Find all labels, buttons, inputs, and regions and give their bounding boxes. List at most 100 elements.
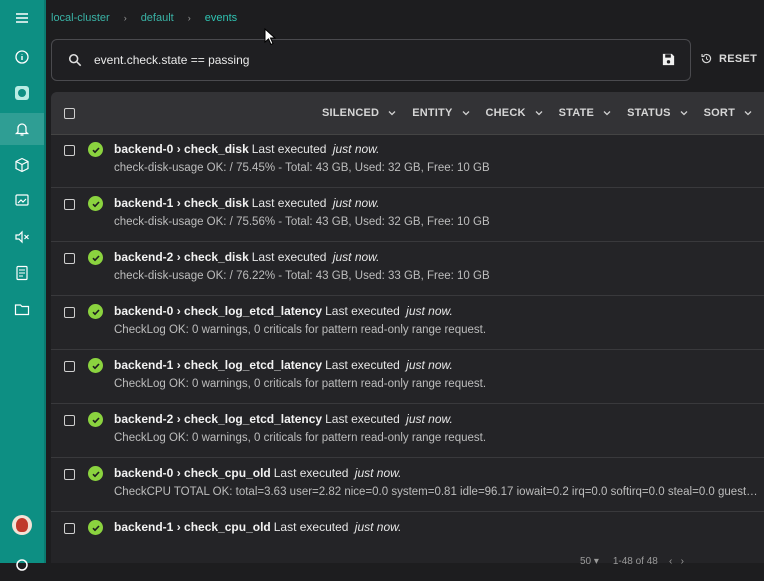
row-checkbox[interactable] (64, 361, 75, 372)
checks-icon[interactable] (0, 257, 44, 289)
pagination: 50 ▾ 1-48 of 48 ‹ › (580, 556, 684, 567)
filter-label: SORT (703, 107, 735, 119)
event-entity[interactable]: backend-1 (114, 358, 173, 372)
table-row[interactable]: backend-2 › check_log_etcd_latency Last e… (51, 404, 764, 458)
event-check[interactable]: check_disk (184, 196, 249, 210)
table-row[interactable]: backend-0 › check_log_etcd_latency Last e… (51, 296, 764, 350)
table-row[interactable]: backend-2 › check_disk Last executed just… (51, 242, 764, 296)
event-check[interactable]: check_log_etcd_latency (184, 304, 322, 318)
event-title[interactable]: backend-2 › check_log_etcd_latency Last e… (114, 412, 453, 426)
event-executed-time: just now. (406, 412, 453, 426)
event-output: check-disk-usage OK: / 75.56% - Total: 4… (114, 216, 490, 228)
chevron-down-icon (744, 111, 752, 116)
gear-icon[interactable] (0, 549, 44, 581)
row-checkbox[interactable] (64, 523, 75, 534)
event-entity[interactable]: backend-2 (114, 412, 173, 426)
filter-silenced[interactable]: SILENCED (322, 107, 396, 119)
filter-entity[interactable]: ENTITY (412, 107, 469, 119)
chevron-right-icon: › (123, 13, 127, 23)
history-icon (701, 53, 712, 64)
folder-icon[interactable] (0, 293, 44, 325)
event-title[interactable]: backend-0 › check_disk Last executed just… (114, 142, 380, 156)
passing-status-icon (88, 304, 103, 319)
event-executed-label: Last executed (325, 304, 400, 318)
event-executed-time: just now. (332, 250, 380, 264)
avatar[interactable] (12, 515, 32, 535)
row-checkbox[interactable] (64, 307, 75, 318)
event-title[interactable]: backend-1 › check_cpu_old Last executed j… (114, 520, 402, 534)
row-checkbox[interactable] (64, 253, 75, 264)
event-output: CheckCPU TOTAL OK: total=3.63 user=2.82 … (114, 486, 759, 498)
mouse-cursor-icon (264, 28, 277, 46)
event-executed-time: just now. (332, 196, 380, 210)
event-title[interactable]: backend-1 › check_log_etcd_latency Last e… (114, 358, 453, 372)
table-row[interactable]: backend-1 › check_log_etcd_latency Last e… (51, 350, 764, 404)
info-icon[interactable] (0, 41, 44, 73)
breadcrumb-separator: › (173, 250, 185, 264)
event-executed-time: just now. (332, 142, 380, 156)
event-executed-time: just now. (406, 358, 453, 372)
breadcrumb-cluster[interactable]: local-cluster (51, 12, 110, 24)
filter-status[interactable]: STATUS (627, 107, 688, 119)
chevron-down-icon (535, 111, 543, 116)
event-title[interactable]: backend-0 › check_cpu_old Last executed j… (114, 466, 402, 480)
event-entity[interactable]: backend-1 (114, 196, 173, 210)
event-entity[interactable]: backend-2 (114, 250, 173, 264)
bell-icon[interactable] (0, 113, 44, 145)
event-executed-time: just now. (354, 520, 402, 534)
filter-check[interactable]: CHECK (486, 107, 543, 119)
event-check[interactable]: check_cpu_old (184, 466, 271, 480)
save-icon[interactable] (661, 52, 676, 67)
event-title[interactable]: backend-0 › check_log_etcd_latency Last e… (114, 304, 453, 318)
chevron-down-icon (388, 111, 396, 116)
breadcrumb-namespace[interactable]: default (141, 12, 174, 24)
filter-label: SILENCED (321, 107, 380, 119)
table-row[interactable]: backend-0 › check_disk Last executed just… (51, 134, 764, 188)
cube-icon[interactable] (0, 149, 44, 181)
menu-icon[interactable] (0, 2, 44, 34)
event-executed-label: Last executed (273, 520, 349, 534)
event-executed-label: Last executed (251, 142, 327, 156)
event-check[interactable]: check_disk (184, 142, 249, 156)
reset-button[interactable]: RESET (700, 52, 757, 65)
search-input[interactable] (92, 52, 636, 68)
filter-label: CHECK (485, 107, 526, 119)
event-executed-label: Last executed (251, 250, 327, 264)
table-row[interactable]: backend-1 › check_disk Last executed just… (51, 188, 764, 242)
event-entity[interactable]: backend-1 (114, 520, 173, 534)
passing-status-icon (88, 142, 103, 157)
event-title[interactable]: backend-2 › check_disk Last executed just… (114, 250, 380, 264)
table-row[interactable]: backend-0 › check_cpu_old Last executed j… (51, 458, 764, 512)
event-title[interactable]: backend-1 › check_disk Last executed just… (114, 196, 380, 210)
row-checkbox[interactable] (64, 469, 75, 480)
chevron-down-icon (680, 111, 688, 116)
row-checkbox[interactable] (64, 415, 75, 426)
filter-label: STATE (558, 107, 595, 119)
passing-status-icon (88, 466, 103, 481)
event-entity[interactable]: backend-0 (114, 466, 173, 480)
breadcrumb-separator: › (173, 142, 185, 156)
event-executed-label: Last executed (273, 466, 349, 480)
table-header: SILENCED ENTITY CHECK STATE STATUS SORT (51, 92, 764, 135)
event-check[interactable]: check_log_etcd_latency (184, 358, 322, 372)
event-check[interactable]: check_log_etcd_latency (184, 412, 322, 426)
event-entity[interactable]: backend-0 (114, 142, 173, 156)
row-checkbox[interactable] (64, 145, 75, 156)
event-entity[interactable]: backend-0 (114, 304, 173, 318)
row-checkbox[interactable] (64, 199, 75, 210)
event-executed-label: Last executed (325, 358, 400, 372)
event-output: CheckLog OK: 0 warnings, 0 criticals for… (114, 432, 487, 444)
event-output: CheckLog OK: 0 warnings, 0 criticals for… (114, 324, 487, 336)
entities-icon[interactable] (0, 185, 44, 217)
filter-state[interactable]: STATE (559, 107, 611, 119)
passing-status-icon (88, 196, 103, 211)
event-output: CheckLog OK: 0 warnings, 0 criticals for… (114, 378, 487, 390)
breadcrumb-separator: › (173, 466, 185, 480)
select-all-checkbox[interactable] (64, 108, 75, 119)
filter-sort[interactable]: SORT (704, 107, 752, 119)
event-check[interactable]: check_cpu_old (184, 520, 271, 534)
silence-icon[interactable] (0, 221, 44, 253)
event-executed-label: Last executed (251, 196, 327, 210)
dashboard-icon[interactable] (0, 77, 44, 109)
event-check[interactable]: check_disk (184, 250, 249, 264)
